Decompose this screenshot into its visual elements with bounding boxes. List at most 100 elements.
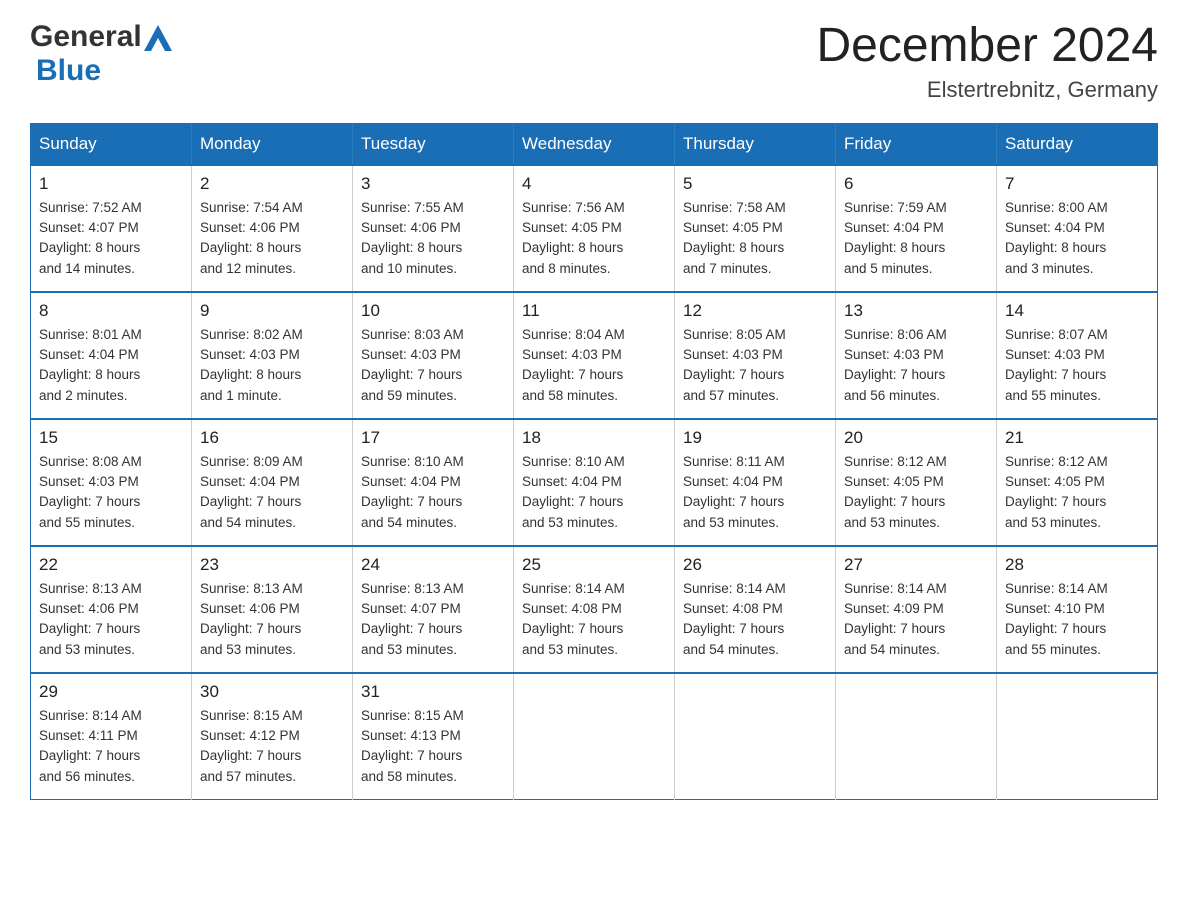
calendar-cell: 14 Sunrise: 8:07 AM Sunset: 4:03 PM Dayli…: [997, 292, 1158, 419]
day-info: Sunrise: 8:12 AM Sunset: 4:05 PM Dayligh…: [1005, 452, 1149, 533]
calendar-cell: 26 Sunrise: 8:14 AM Sunset: 4:08 PM Dayli…: [675, 546, 836, 673]
calendar-cell: 31 Sunrise: 8:15 AM Sunset: 4:13 PM Dayli…: [353, 673, 514, 800]
day-number: 4: [522, 174, 666, 194]
day-number: 16: [200, 428, 344, 448]
logo-triangle-icon: [144, 25, 172, 51]
day-info: Sunrise: 7:52 AM Sunset: 4:07 PM Dayligh…: [39, 198, 183, 279]
day-info: Sunrise: 8:14 AM Sunset: 4:10 PM Dayligh…: [1005, 579, 1149, 660]
day-info: Sunrise: 8:05 AM Sunset: 4:03 PM Dayligh…: [683, 325, 827, 406]
day-info: Sunrise: 8:13 AM Sunset: 4:06 PM Dayligh…: [200, 579, 344, 660]
calendar-cell: 5 Sunrise: 7:58 AM Sunset: 4:05 PM Daylig…: [675, 165, 836, 292]
calendar-cell: 22 Sunrise: 8:13 AM Sunset: 4:06 PM Dayli…: [31, 546, 192, 673]
col-wednesday: Wednesday: [514, 123, 675, 165]
day-number: 2: [200, 174, 344, 194]
day-number: 30: [200, 682, 344, 702]
day-number: 31: [361, 682, 505, 702]
day-number: 14: [1005, 301, 1149, 321]
col-monday: Monday: [192, 123, 353, 165]
day-number: 13: [844, 301, 988, 321]
day-info: Sunrise: 8:14 AM Sunset: 4:08 PM Dayligh…: [522, 579, 666, 660]
day-info: Sunrise: 8:00 AM Sunset: 4:04 PM Dayligh…: [1005, 198, 1149, 279]
day-number: 23: [200, 555, 344, 575]
day-number: 18: [522, 428, 666, 448]
day-info: Sunrise: 8:10 AM Sunset: 4:04 PM Dayligh…: [361, 452, 505, 533]
col-friday: Friday: [836, 123, 997, 165]
calendar-cell: 6 Sunrise: 7:59 AM Sunset: 4:04 PM Daylig…: [836, 165, 997, 292]
calendar-cell: 16 Sunrise: 8:09 AM Sunset: 4:04 PM Dayli…: [192, 419, 353, 546]
calendar-cell: 7Sunrise: 8:00 AM Sunset: 4:04 PM Daylig…: [997, 165, 1158, 292]
day-info: Sunrise: 8:12 AM Sunset: 4:05 PM Dayligh…: [844, 452, 988, 533]
calendar-cell: 9Sunrise: 8:02 AM Sunset: 4:03 PM Daylig…: [192, 292, 353, 419]
calendar-cell: 15Sunrise: 8:08 AM Sunset: 4:03 PM Dayli…: [31, 419, 192, 546]
day-info: Sunrise: 8:07 AM Sunset: 4:03 PM Dayligh…: [1005, 325, 1149, 406]
day-number: 25: [522, 555, 666, 575]
day-number: 11: [522, 301, 666, 321]
day-number: 27: [844, 555, 988, 575]
day-info: Sunrise: 7:54 AM Sunset: 4:06 PM Dayligh…: [200, 198, 344, 279]
day-number: 8: [39, 301, 183, 321]
calendar-cell: 21Sunrise: 8:12 AM Sunset: 4:05 PM Dayli…: [997, 419, 1158, 546]
day-number: 20: [844, 428, 988, 448]
day-info: Sunrise: 7:55 AM Sunset: 4:06 PM Dayligh…: [361, 198, 505, 279]
calendar-header: Sunday Monday Tuesday Wednesday Thursday…: [31, 123, 1158, 165]
calendar-table: Sunday Monday Tuesday Wednesday Thursday…: [30, 123, 1158, 800]
day-number: 6: [844, 174, 988, 194]
day-info: Sunrise: 8:14 AM Sunset: 4:11 PM Dayligh…: [39, 706, 183, 787]
logo-blue-text: Blue: [36, 54, 101, 88]
day-number: 17: [361, 428, 505, 448]
day-info: Sunrise: 8:15 AM Sunset: 4:12 PM Dayligh…: [200, 706, 344, 787]
calendar-week-5: 29 Sunrise: 8:14 AM Sunset: 4:11 PM Dayli…: [31, 673, 1158, 800]
calendar-cell: 18 Sunrise: 8:10 AM Sunset: 4:04 PM Dayli…: [514, 419, 675, 546]
calendar-cell: 27 Sunrise: 8:14 AM Sunset: 4:09 PM Dayli…: [836, 546, 997, 673]
day-number: 9: [200, 301, 344, 321]
calendar-cell: [675, 673, 836, 800]
logo: General Blue: [30, 20, 172, 88]
calendar-body: 1 Sunrise: 7:52 AM Sunset: 4:07 PM Daylig…: [31, 165, 1158, 800]
calendar-cell: 1 Sunrise: 7:52 AM Sunset: 4:07 PM Daylig…: [31, 165, 192, 292]
day-number: 1: [39, 174, 183, 194]
calendar-cell: 28 Sunrise: 8:14 AM Sunset: 4:10 PM Dayli…: [997, 546, 1158, 673]
col-saturday: Saturday: [997, 123, 1158, 165]
day-info: Sunrise: 8:14 AM Sunset: 4:09 PM Dayligh…: [844, 579, 988, 660]
calendar-cell: 25 Sunrise: 8:14 AM Sunset: 4:08 PM Dayli…: [514, 546, 675, 673]
day-number: 3: [361, 174, 505, 194]
calendar-cell: 4 Sunrise: 7:56 AM Sunset: 4:05 PM Daylig…: [514, 165, 675, 292]
day-number: 29: [39, 682, 183, 702]
calendar-week-3: 15Sunrise: 8:08 AM Sunset: 4:03 PM Dayli…: [31, 419, 1158, 546]
day-number: 19: [683, 428, 827, 448]
calendar-week-1: 1 Sunrise: 7:52 AM Sunset: 4:07 PM Daylig…: [31, 165, 1158, 292]
day-number: 24: [361, 555, 505, 575]
day-info: Sunrise: 8:09 AM Sunset: 4:04 PM Dayligh…: [200, 452, 344, 533]
calendar-cell: 3 Sunrise: 7:55 AM Sunset: 4:06 PM Daylig…: [353, 165, 514, 292]
day-number: 12: [683, 301, 827, 321]
calendar-cell: 24 Sunrise: 8:13 AM Sunset: 4:07 PM Dayli…: [353, 546, 514, 673]
day-number: 10: [361, 301, 505, 321]
day-info: Sunrise: 8:10 AM Sunset: 4:04 PM Dayligh…: [522, 452, 666, 533]
calendar-week-2: 8 Sunrise: 8:01 AM Sunset: 4:04 PM Daylig…: [31, 292, 1158, 419]
day-info: Sunrise: 7:58 AM Sunset: 4:05 PM Dayligh…: [683, 198, 827, 279]
day-number: 26: [683, 555, 827, 575]
calendar-cell: 11Sunrise: 8:04 AM Sunset: 4:03 PM Dayli…: [514, 292, 675, 419]
day-info: Sunrise: 8:13 AM Sunset: 4:06 PM Dayligh…: [39, 579, 183, 660]
day-info: Sunrise: 8:13 AM Sunset: 4:07 PM Dayligh…: [361, 579, 505, 660]
page-header: General Blue December 2024 Elstertrebnit…: [30, 20, 1158, 103]
day-info: Sunrise: 7:56 AM Sunset: 4:05 PM Dayligh…: [522, 198, 666, 279]
calendar-cell: 29 Sunrise: 8:14 AM Sunset: 4:11 PM Dayli…: [31, 673, 192, 800]
location-title: Elstertrebnitz, Germany: [816, 77, 1158, 103]
day-info: Sunrise: 8:14 AM Sunset: 4:08 PM Dayligh…: [683, 579, 827, 660]
day-number: 28: [1005, 555, 1149, 575]
calendar-week-4: 22 Sunrise: 8:13 AM Sunset: 4:06 PM Dayli…: [31, 546, 1158, 673]
day-number: 5: [683, 174, 827, 194]
day-info: Sunrise: 8:08 AM Sunset: 4:03 PM Dayligh…: [39, 452, 183, 533]
logo-general-text: General: [30, 20, 142, 54]
header-row: Sunday Monday Tuesday Wednesday Thursday…: [31, 123, 1158, 165]
day-info: Sunrise: 8:03 AM Sunset: 4:03 PM Dayligh…: [361, 325, 505, 406]
col-sunday: Sunday: [31, 123, 192, 165]
day-number: 22: [39, 555, 183, 575]
title-section: December 2024 Elstertrebnitz, Germany: [816, 20, 1158, 103]
day-info: Sunrise: 8:01 AM Sunset: 4:04 PM Dayligh…: [39, 325, 183, 406]
day-info: Sunrise: 7:59 AM Sunset: 4:04 PM Dayligh…: [844, 198, 988, 279]
day-info: Sunrise: 8:15 AM Sunset: 4:13 PM Dayligh…: [361, 706, 505, 787]
calendar-cell: 13Sunrise: 8:06 AM Sunset: 4:03 PM Dayli…: [836, 292, 997, 419]
calendar-cell: 20 Sunrise: 8:12 AM Sunset: 4:05 PM Dayli…: [836, 419, 997, 546]
